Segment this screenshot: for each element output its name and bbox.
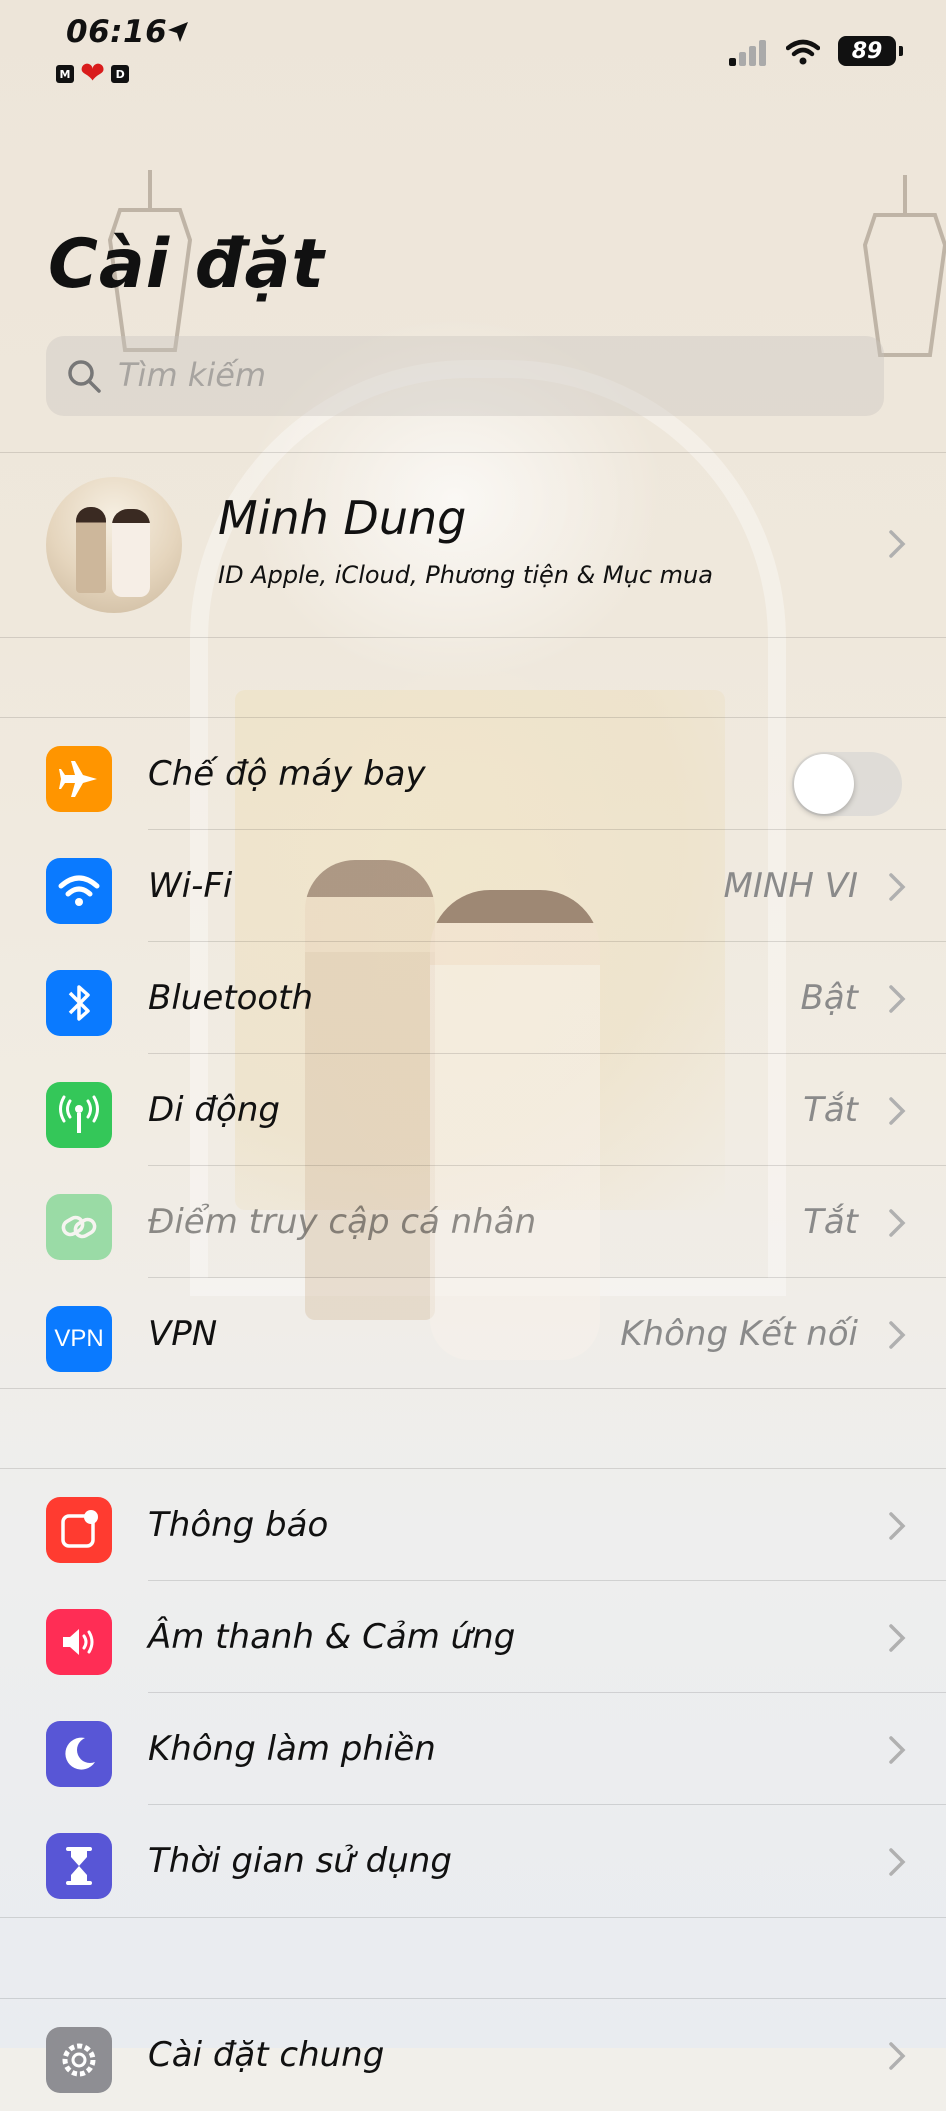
status-badges: M ❤ D: [56, 56, 130, 91]
row-label: Không làm phiền: [148, 1729, 436, 1769]
notifications-group: Thông báo Âm thanh & Cảm ứng Không làm p…: [0, 1468, 946, 1918]
badge-m: M: [56, 65, 74, 83]
chevron-right-icon: [889, 873, 906, 901]
notifications-icon: [46, 1497, 112, 1563]
moon-icon: [46, 1721, 112, 1787]
vpn-icon: VPN: [46, 1306, 112, 1372]
row-do-not-disturb[interactable]: Không làm phiền: [0, 1693, 946, 1805]
chevron-right-icon: [889, 530, 906, 558]
general-group: Cài đặt chung: [0, 1998, 946, 2111]
battery-indicator: 89: [838, 36, 903, 66]
row-screen-time[interactable]: Thời gian sử dụng: [0, 1805, 946, 1917]
search-icon: [68, 360, 101, 393]
row-label: Cài đặt chung: [148, 2035, 385, 2075]
row-personal-hotspot[interactable]: Điểm truy cập cá nhân Tắt: [0, 1166, 946, 1278]
row-vpn[interactable]: VPN VPN Không Kết nối: [0, 1278, 946, 1390]
row-notifications[interactable]: Thông báo: [0, 1469, 946, 1581]
row-cellular[interactable]: Di động Tắt: [0, 1054, 946, 1166]
avatar: [46, 477, 182, 613]
toggle-knob: [794, 754, 854, 814]
row-label: Âm thanh & Cảm ứng: [148, 1617, 516, 1657]
chevron-right-icon: [889, 2042, 906, 2070]
gear-icon: [46, 2027, 112, 2093]
status-time: 06:16: [66, 14, 168, 50]
profile-subtitle: ID Apple, iCloud, Phương tiện & Mục mua: [218, 561, 713, 589]
chevron-right-icon: [889, 1097, 906, 1125]
row-label: Di động: [148, 1090, 280, 1130]
row-label: Thông báo: [148, 1505, 329, 1545]
page-title: Cài đặt: [48, 225, 325, 304]
chevron-right-icon: [889, 1512, 906, 1540]
row-label: Điểm truy cập cá nhân: [148, 1202, 537, 1242]
cellular-signal-icon: [729, 40, 766, 66]
cellular-icon: [46, 1082, 112, 1148]
row-airplane-mode[interactable]: Chế độ máy bay: [0, 718, 946, 830]
wifi-status-icon: [786, 39, 820, 65]
chevron-right-icon: [889, 1624, 906, 1652]
row-label: Chế độ máy bay: [148, 754, 426, 794]
search-input[interactable]: Tìm kiếm: [46, 336, 884, 416]
row-general[interactable]: Cài đặt chung: [0, 1999, 946, 2111]
apple-id-profile[interactable]: Minh Dung ID Apple, iCloud, Phương tiện …: [0, 452, 946, 638]
row-sounds-haptics[interactable]: Âm thanh & Cảm ứng: [0, 1581, 946, 1693]
chevron-right-icon: [889, 1209, 906, 1237]
chevron-right-icon: [889, 1321, 906, 1349]
heart-icon: ❤: [80, 56, 106, 91]
row-value: Tắt: [803, 1202, 858, 1242]
chevron-right-icon: [889, 1736, 906, 1764]
profile-name: Minh Dung: [218, 491, 467, 545]
sound-icon: [46, 1609, 112, 1675]
connectivity-group: Chế độ máy bay Wi-Fi MINH VI Bluetooth B…: [0, 717, 946, 1389]
airplane-icon: [46, 746, 112, 812]
row-label: VPN: [148, 1314, 218, 1354]
hourglass-icon: [46, 1833, 112, 1899]
airplane-mode-toggle[interactable]: [792, 752, 902, 816]
wifi-icon: [46, 858, 112, 924]
row-wifi[interactable]: Wi-Fi MINH VI: [0, 830, 946, 942]
badge-d: D: [111, 65, 130, 83]
row-value: MINH VI: [723, 866, 858, 906]
row-label: Thời gian sử dụng: [148, 1841, 452, 1881]
search-placeholder: Tìm kiếm: [118, 356, 267, 394]
row-label: Wi-Fi: [148, 866, 233, 906]
chevron-right-icon: [889, 985, 906, 1013]
status-bar: 06:16 M ❤ D 89: [0, 0, 946, 100]
row-label: Bluetooth: [148, 978, 314, 1018]
row-value: Bật: [800, 978, 859, 1018]
row-value: Không Kết nối: [620, 1314, 858, 1354]
location-arrow-icon: [168, 22, 188, 42]
hotspot-icon: [46, 1194, 112, 1260]
row-bluetooth[interactable]: Bluetooth Bật: [0, 942, 946, 1054]
chevron-right-icon: [889, 1848, 906, 1876]
row-value: Tắt: [803, 1090, 858, 1130]
bluetooth-icon: [46, 970, 112, 1036]
